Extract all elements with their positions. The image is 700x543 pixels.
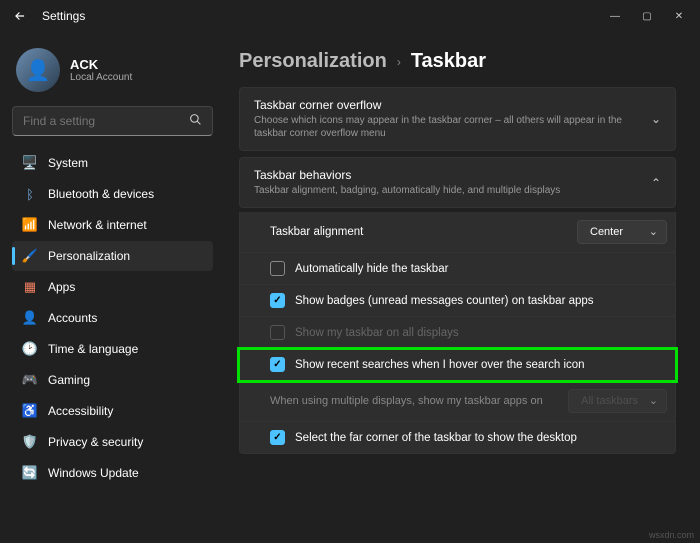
- page-title: Taskbar: [411, 50, 486, 73]
- profile-block[interactable]: 👤 ACK Local Account: [16, 48, 209, 92]
- checkbox-recent-searches[interactable]: ✓: [270, 357, 285, 372]
- wifi-icon: 📶: [22, 217, 38, 233]
- accessibility-icon: ♿: [22, 403, 38, 419]
- checkbox-autohide[interactable]: [270, 261, 285, 276]
- gamepad-icon: 🎮: [22, 372, 38, 388]
- grid-icon: ▦: [22, 279, 38, 295]
- alignment-dropdown[interactable]: Center: [577, 220, 667, 244]
- row-show-badges[interactable]: ✓ Show badges (unread messages counter) …: [239, 285, 676, 317]
- bluetooth-icon: ᛒ: [22, 186, 38, 202]
- avatar: 👤: [16, 48, 60, 92]
- card-corner-overflow[interactable]: Taskbar corner overflow Choose which ico…: [239, 87, 676, 151]
- sidebar-item-network[interactable]: 📶Network & internet: [12, 210, 213, 240]
- sidebar-item-accounts[interactable]: 👤Accounts: [12, 303, 213, 333]
- row-autohide[interactable]: Automatically hide the taskbar: [239, 253, 676, 285]
- checkbox-far-corner[interactable]: ✓: [270, 430, 285, 445]
- profile-subtitle: Local Account: [70, 72, 132, 83]
- sidebar-item-privacy[interactable]: 🛡️Privacy & security: [12, 427, 213, 457]
- sidebar-item-personalization[interactable]: 🖌️Personalization: [12, 241, 213, 271]
- sidebar-item-time[interactable]: 🕑Time & language: [12, 334, 213, 364]
- shield-icon: 🛡️: [22, 434, 38, 450]
- search-input[interactable]: [23, 114, 189, 128]
- row-taskbar-alignment: Taskbar alignment Center: [239, 212, 676, 253]
- window-title: Settings: [42, 9, 85, 23]
- search-box[interactable]: [12, 106, 213, 136]
- breadcrumb-parent[interactable]: Personalization: [239, 50, 387, 73]
- sync-icon: 🔄: [22, 465, 38, 481]
- sidebar-item-bluetooth[interactable]: ᛒBluetooth & devices: [12, 179, 213, 209]
- sidebar-item-system[interactable]: 🖥️System: [12, 148, 213, 178]
- multi-dropdown: All taskbars: [568, 389, 667, 413]
- chevron-down-icon: ⌄: [651, 112, 661, 126]
- sidebar-item-accessibility[interactable]: ♿Accessibility: [12, 396, 213, 426]
- row-multi-displays: When using multiple displays, show my ta…: [239, 381, 676, 422]
- paintbrush-icon: 🖌️: [22, 248, 38, 264]
- display-icon: 🖥️: [22, 155, 38, 171]
- chevron-right-icon: ›: [397, 55, 401, 69]
- close-button[interactable]: ✕: [664, 6, 694, 26]
- watermark: wsxdn.com: [649, 530, 694, 540]
- sidebar-item-gaming[interactable]: 🎮Gaming: [12, 365, 213, 395]
- row-show-all-displays: Show my taskbar on all displays: [239, 317, 676, 349]
- row-label: Taskbar alignment: [270, 226, 363, 238]
- row-recent-searches[interactable]: ✓ Show recent searches when I hover over…: [239, 349, 676, 381]
- row-far-corner[interactable]: ✓ Select the far corner of the taskbar t…: [239, 422, 676, 454]
- checkbox-badges[interactable]: ✓: [270, 293, 285, 308]
- breadcrumb: Personalization › Taskbar: [239, 50, 676, 73]
- card-taskbar-behaviors[interactable]: Taskbar behaviors Taskbar alignment, bad…: [239, 157, 676, 208]
- checkbox-showall: [270, 325, 285, 340]
- clock-icon: 🕑: [22, 341, 38, 357]
- back-button[interactable]: [8, 4, 32, 28]
- person-icon: 👤: [22, 310, 38, 326]
- minimize-button[interactable]: —: [600, 6, 630, 26]
- sidebar-item-update[interactable]: 🔄Windows Update: [12, 458, 213, 488]
- profile-name: ACK: [70, 57, 132, 72]
- maximize-button[interactable]: ▢: [632, 6, 662, 26]
- sidebar-item-apps[interactable]: ▦Apps: [12, 272, 213, 302]
- search-icon: [189, 113, 202, 129]
- chevron-up-icon: ⌃: [651, 176, 661, 190]
